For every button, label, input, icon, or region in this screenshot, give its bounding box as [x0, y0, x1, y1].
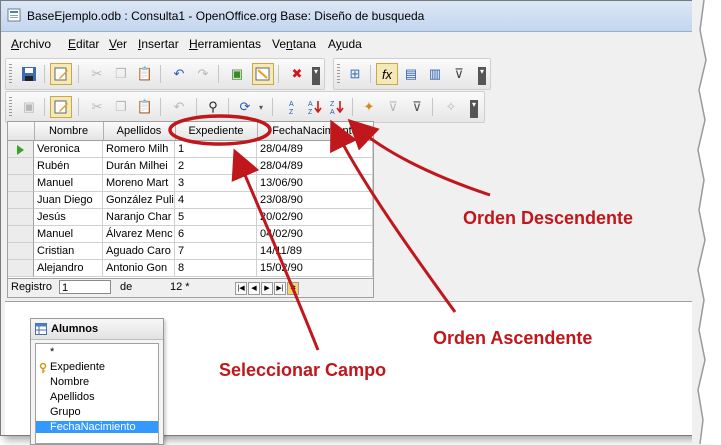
- highlight-expediente-ellipse: [168, 114, 272, 146]
- annotation-descending: Orden Descendente: [463, 208, 634, 228]
- annotation-ascending: Orden Ascendente: [433, 328, 593, 348]
- arrow-descending: [347, 118, 491, 197]
- arrow-select-field: [231, 148, 320, 351]
- annotation-select-field: Seleccionar Campo: [219, 360, 387, 380]
